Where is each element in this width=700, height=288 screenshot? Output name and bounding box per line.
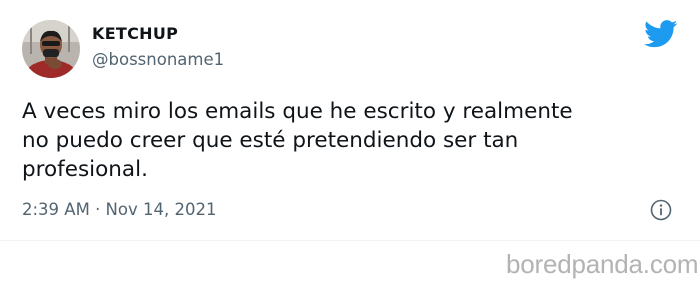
tweet-text: A veces miro los emails que he escrito y…: [22, 97, 662, 184]
user-handle[interactable]: @bossnoname1: [92, 50, 224, 69]
tweet-text-line: no puedo creer que esté pretendiendo ser…: [22, 128, 519, 153]
tweet-text-line: profesional.: [22, 157, 148, 182]
tweet-text-line: A veces miro los emails que he escrito y…: [22, 99, 573, 124]
watermark-boredpanda: boredpanda.com: [506, 249, 699, 279]
divider: [0, 240, 700, 241]
display-name[interactable]: KETCHUP: [92, 24, 178, 43]
tweet-timestamp[interactable]: 2:39 AM · Nov 14, 2021: [22, 200, 216, 219]
avatar-photo: [22, 20, 80, 78]
avatar[interactable]: [22, 20, 80, 78]
info-icon[interactable]: [650, 199, 672, 221]
twitter-bird-icon[interactable]: [644, 20, 678, 48]
